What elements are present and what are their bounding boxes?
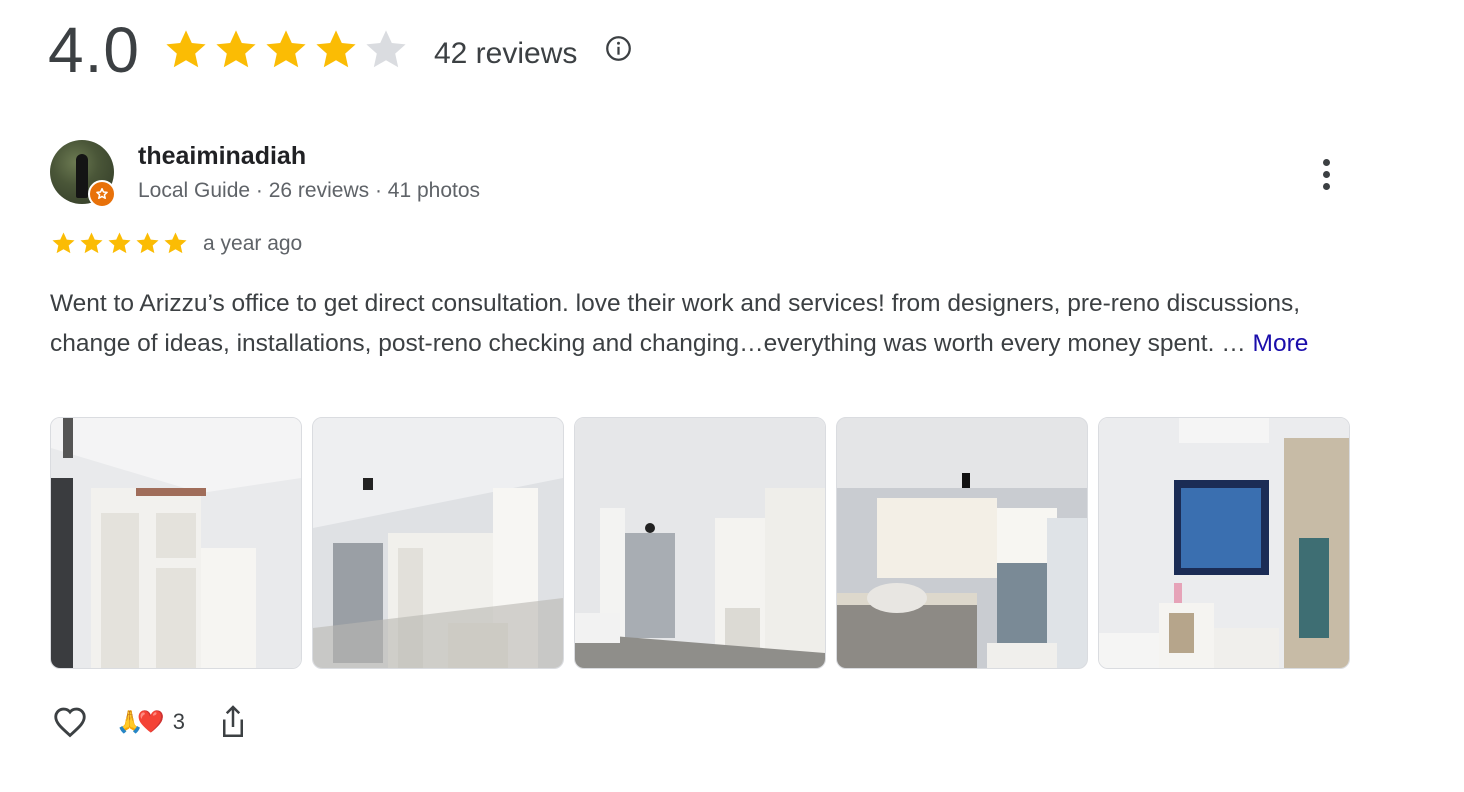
- more-vert-icon[interactable]: [1310, 152, 1342, 196]
- reviewer-header: theaiminadiah Local Guide · 26 reviews ·…: [50, 140, 481, 208]
- review-text: Went to Arizzu’s office to get direct co…: [50, 284, 1350, 364]
- review-stars: [50, 230, 189, 257]
- review-time: a year ago: [203, 231, 303, 255]
- average-rating-stars: [162, 26, 410, 74]
- star-empty-icon: [366, 30, 406, 68]
- star-filled-icon: [266, 30, 306, 68]
- star-filled-icon: [52, 232, 75, 254]
- review-photo[interactable]: [50, 417, 302, 669]
- local-guide-star-icon: [88, 180, 116, 208]
- review-rating-row: a year ago: [50, 230, 302, 257]
- reactions[interactable]: 🙏❤️ 3: [116, 709, 185, 735]
- review-photos: [50, 417, 1350, 669]
- info-icon[interactable]: [603, 33, 633, 63]
- reviewer-name[interactable]: theaiminadiah: [138, 142, 480, 171]
- star-filled-icon: [80, 232, 103, 254]
- star-filled-icon: [216, 30, 256, 68]
- share-icon[interactable]: [215, 700, 251, 744]
- review-count: 42 reviews: [433, 37, 578, 70]
- average-rating: 4.0: [48, 14, 140, 86]
- heart-outline-icon[interactable]: [50, 700, 90, 744]
- reaction-emojis: 🙏❤️: [116, 709, 165, 734]
- review-actions: 🙏❤️ 3: [50, 700, 251, 744]
- star-filled-icon: [136, 232, 159, 254]
- review-photo[interactable]: [1098, 417, 1350, 669]
- rating-summary: 4.0 42 reviews: [48, 10, 633, 90]
- star-filled-icon: [316, 30, 356, 68]
- star-filled-icon: [164, 232, 187, 254]
- review-photo[interactable]: [574, 417, 826, 669]
- review-photo[interactable]: [836, 417, 1088, 669]
- more-link[interactable]: More: [1253, 330, 1309, 357]
- star-filled-icon: [166, 30, 206, 68]
- review-photo[interactable]: [312, 417, 564, 669]
- review-body: Went to Arizzu’s office to get direct co…: [50, 290, 1301, 357]
- avatar[interactable]: [50, 140, 116, 208]
- star-filled-icon: [108, 232, 131, 254]
- reaction-count: 3: [172, 709, 186, 734]
- reviewer-meta: Local Guide · 26 reviews · 41 photos: [138, 179, 481, 202]
